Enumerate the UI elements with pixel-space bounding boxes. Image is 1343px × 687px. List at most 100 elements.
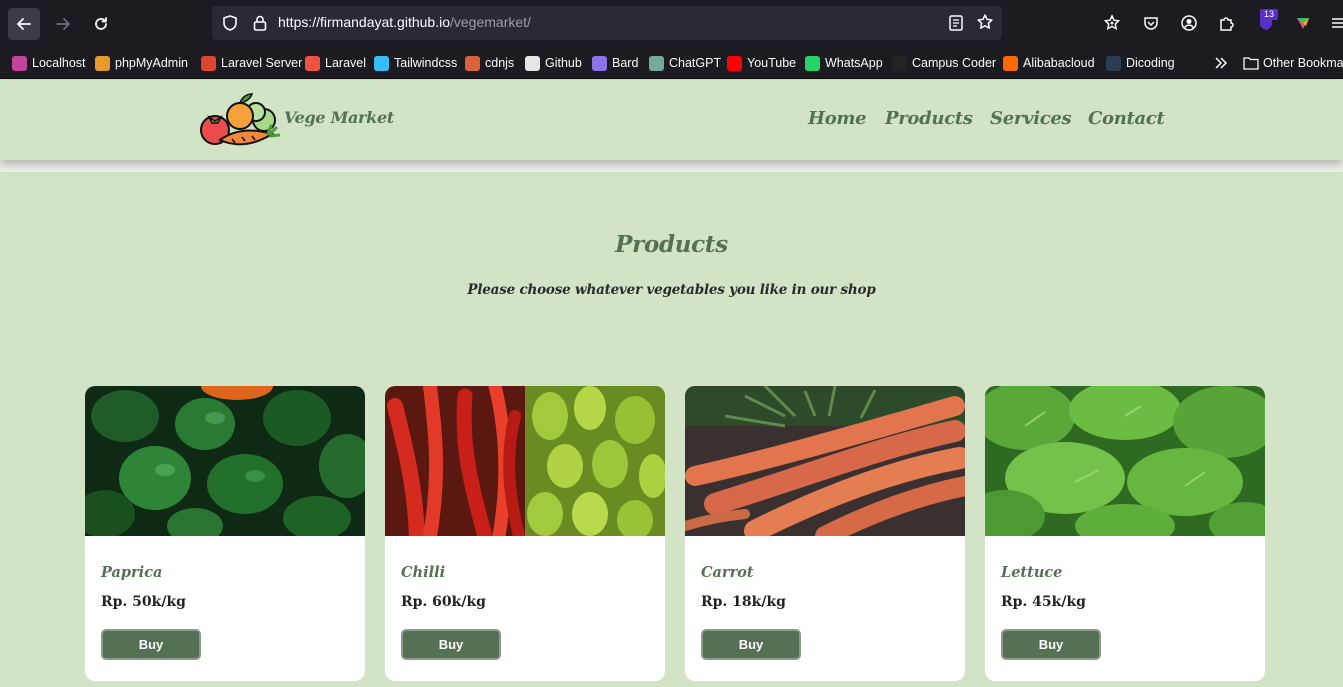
lettuce-photo: [985, 386, 1265, 548]
bookmark-laravel[interactable]: Laravel: [305, 55, 366, 71]
bookmark-label: Laravel: [325, 56, 366, 70]
product-card-carrot: Carrot Rp. 18k/kg Buy: [685, 386, 965, 681]
bookmark-label: Alibabacloud: [1023, 56, 1095, 70]
bookmark-label: phpMyAdmin: [115, 56, 188, 70]
laravel-icon: [305, 55, 320, 71]
nav-contact[interactable]: Contact: [1088, 108, 1165, 129]
product-name: Carrot: [701, 564, 754, 581]
github-icon: [525, 55, 540, 71]
address-bar[interactable]: https://firmandayat.github.io/vegemarket…: [212, 6, 1002, 40]
brand-name[interactable]: Vege Market: [284, 108, 394, 127]
bookmark-tailwindcss[interactable]: Tailwindcss: [374, 55, 457, 71]
pocket-star-icon[interactable]: [1102, 13, 1122, 33]
bookmark-laravel-server[interactable]: Laravel Server: [201, 55, 302, 71]
reload-button[interactable]: [85, 8, 117, 40]
buy-button[interactable]: Buy: [101, 629, 201, 660]
arrow-right-icon: [56, 18, 70, 30]
bookmark-label: ChatGPT: [669, 56, 722, 70]
localhost-icon: [12, 55, 27, 71]
url-text[interactable]: https://firmandayat.github.io/vegemarket…: [278, 14, 531, 30]
bookmark-alibabacloud[interactable]: Alibabacloud: [1003, 55, 1095, 71]
tracking-protection-shield-icon[interactable]: [221, 14, 239, 32]
product-price: Rp. 60k/kg: [401, 594, 486, 610]
url-host: https://firmandayat.github.io: [278, 14, 450, 30]
site-header: Vege Market Home Products Services Conta…: [0, 80, 1343, 160]
bookmark-label: Github: [545, 56, 582, 70]
phpmyadmin-icon: [95, 55, 110, 71]
alibabacloud-icon: [1003, 55, 1018, 71]
product-price: Rp. 18k/kg: [701, 594, 786, 610]
bookmark-bard[interactable]: Bard: [592, 55, 638, 71]
account-icon[interactable]: [1179, 13, 1199, 33]
bookmark-star-icon[interactable]: [976, 13, 994, 31]
lock-icon[interactable]: [252, 14, 268, 32]
product-card-lettuce: Lettuce Rp. 45k/kg Buy: [985, 386, 1265, 681]
bookmark-campus-coder[interactable]: Campus Coder: [892, 55, 996, 71]
nav-products[interactable]: Products: [885, 108, 973, 129]
chatgpt-icon: [649, 55, 664, 71]
bookmark-whatsapp[interactable]: WhatsApp: [805, 55, 883, 71]
product-card-chilli: Chilli Rp. 60k/kg Buy: [385, 386, 665, 681]
pocket-icon[interactable]: [1141, 13, 1161, 33]
product-name: Paprica: [101, 564, 163, 581]
bookmark-github[interactable]: Github: [525, 55, 582, 71]
buy-button[interactable]: Buy: [1001, 629, 1101, 660]
arrow-left-icon: [17, 18, 31, 30]
product-card-paprica: Paprica Rp. 50k/kg Buy: [85, 386, 365, 681]
bookmark-chatgpt[interactable]: ChatGPT: [649, 55, 721, 71]
bookmark-label: YouTube: [747, 56, 797, 70]
browser-toolbar: https://firmandayat.github.io/vegemarket…: [0, 0, 1343, 47]
nav-services[interactable]: Services: [990, 108, 1072, 129]
reload-icon: [95, 17, 107, 30]
bookmark-label: WhatsApp: [825, 56, 883, 70]
double-chevron-right-icon: [1215, 57, 1228, 69]
carrots-photo: [685, 386, 965, 546]
url-path: /vegemarket/: [450, 14, 531, 30]
product-name: Lettuce: [1001, 564, 1063, 581]
dicoding-icon: [1106, 55, 1121, 71]
header-divider: [0, 160, 1343, 172]
reader-view-icon[interactable]: [948, 14, 964, 32]
bookmark-label: cdnjs: [485, 56, 515, 70]
bookmark-youtube[interactable]: YouTube: [727, 55, 796, 71]
folder-icon: [1243, 57, 1259, 70]
bookmark-label: Dicoding: [1126, 56, 1175, 70]
nav-home[interactable]: Home: [808, 108, 867, 129]
campus-coder-icon: [892, 55, 907, 71]
forward-button[interactable]: [47, 8, 79, 40]
cdnjs-icon: [465, 55, 480, 71]
bookmark-label: Laravel Server: [221, 56, 303, 70]
other-bookmarks-label: Other Bookmarks: [1263, 56, 1343, 70]
products-subtitle: Please choose whatever vegetables you li…: [467, 282, 876, 298]
bookmark-phpmyadmin[interactable]: phpMyAdmin: [95, 55, 188, 71]
bookmark-label: Bard: [612, 56, 639, 70]
chilli-peppers-photo: [385, 386, 665, 544]
color-picker-extension-icon[interactable]: [1293, 13, 1313, 33]
product-price: Rp. 45k/kg: [1001, 594, 1086, 610]
whatsapp-icon: [805, 55, 820, 71]
bookmark-label: Campus Coder: [912, 56, 997, 70]
green-peppers-photo: [85, 386, 365, 544]
bookmark-localhost[interactable]: Localhost: [12, 55, 86, 71]
buy-button[interactable]: Buy: [701, 629, 801, 660]
bookmarks-overflow-button[interactable]: [1213, 55, 1229, 71]
extension-badge-count: 13: [1260, 9, 1278, 20]
menu-icon[interactable]: [1328, 13, 1343, 33]
bookmarks-toolbar: Localhost phpMyAdmin Laravel Server Lara…: [0, 47, 1343, 79]
product-name: Chilli: [401, 564, 446, 581]
bookmark-label: Localhost: [32, 56, 86, 70]
bard-icon: [592, 55, 607, 71]
bookmark-label: Tailwindcss: [394, 56, 458, 70]
extensions-puzzle-icon[interactable]: [1217, 13, 1237, 33]
bookmark-cdnjs[interactable]: cdnjs: [465, 55, 514, 71]
back-button[interactable]: [8, 8, 40, 40]
products-title: Products: [615, 231, 728, 258]
youtube-icon: [727, 55, 742, 71]
product-price: Rp. 50k/kg: [101, 594, 186, 610]
tailwindcss-icon: [374, 55, 389, 71]
other-bookmarks-folder[interactable]: Other Bookmarks: [1243, 55, 1343, 71]
buy-button[interactable]: Buy: [401, 629, 501, 660]
bookmark-dicoding[interactable]: Dicoding: [1106, 55, 1175, 71]
vegetable-logo-icon[interactable]: [198, 84, 280, 156]
laravel-server-icon: [201, 55, 216, 71]
